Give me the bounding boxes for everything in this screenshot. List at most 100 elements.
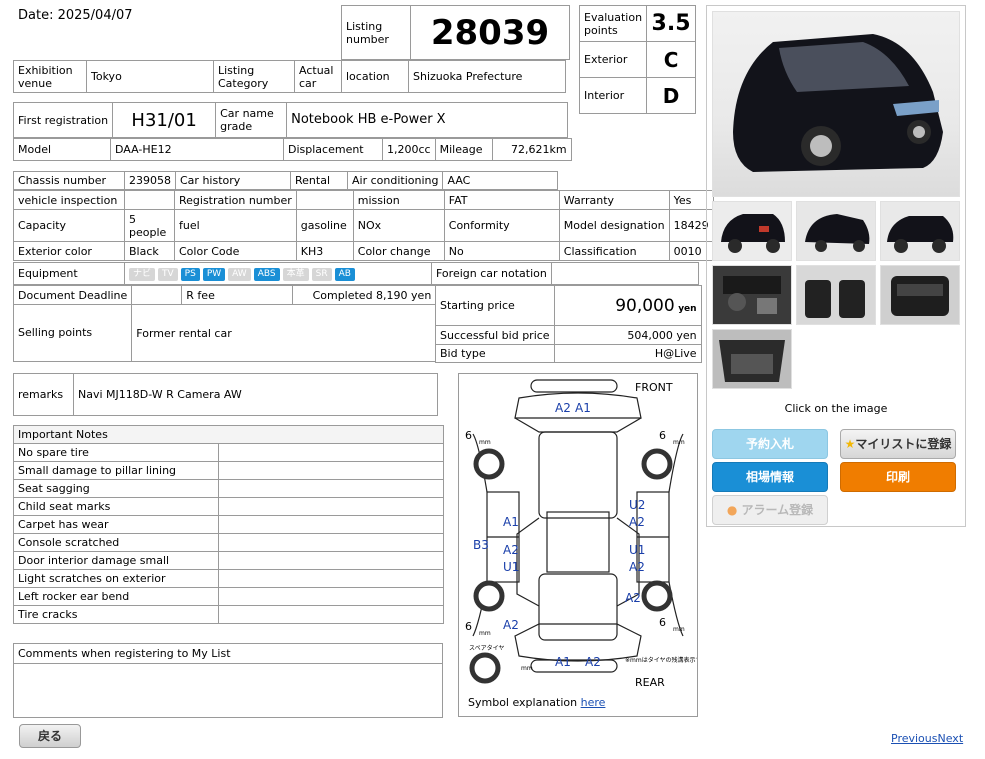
main-car-image[interactable] xyxy=(712,11,960,197)
listing-number: 28039 xyxy=(410,5,570,60)
next-link[interactable]: Next xyxy=(938,732,964,745)
model-designation-label: Model designation xyxy=(558,209,670,242)
thumb-3[interactable] xyxy=(880,201,960,261)
note-text: Child seat marks xyxy=(13,497,219,516)
reserve-bid-button[interactable]: 予約入札 xyxy=(712,429,828,459)
displacement-value: 1,200cc xyxy=(382,138,436,161)
mm-unit-top-left: mm xyxy=(479,439,491,446)
equipment-label: Equipment xyxy=(13,262,125,285)
note-text: Console scratched xyxy=(13,533,219,552)
note-row: No spare tire xyxy=(13,443,444,462)
mission-value: FAT xyxy=(443,190,560,210)
back-button[interactable]: 戻る xyxy=(19,724,81,748)
starting-price-label: Starting price xyxy=(435,285,555,326)
alarm-button[interactable]: ● アラーム登録 xyxy=(712,495,828,525)
important-notes-title: Important Notes xyxy=(13,425,444,444)
capacity-value: 5 people xyxy=(124,209,175,242)
listing-category-label: Listing Category xyxy=(213,60,295,93)
specs-table: Chassis number 239058 Car history Rental… xyxy=(13,171,566,190)
location-value: Shizuoka Prefecture xyxy=(408,60,566,93)
important-notes-table: Important Notes No spare tire Small damag… xyxy=(13,425,444,624)
rfee-label: R fee xyxy=(181,285,294,305)
note-detail xyxy=(218,533,444,552)
foreign-car-label: Foreign car notation xyxy=(431,262,552,285)
add-to-mylist-button[interactable]: ★マイリストに登録 xyxy=(840,429,956,459)
note-text: Small damage to pillar lining xyxy=(13,461,219,480)
bid-type-value: H@Live xyxy=(553,344,702,363)
starting-price: 90,000 yen xyxy=(553,285,702,326)
rear-label: REAR xyxy=(635,676,665,689)
date-label: Date: 2025/04/07 xyxy=(18,8,133,23)
evaluation-points-label: Evaluation points xyxy=(578,5,648,42)
mm-unit-spare: mm xyxy=(521,665,533,672)
note-text: Carpet has wear xyxy=(13,515,219,534)
previous-link[interactable]: Previous xyxy=(891,732,938,745)
starting-price-value: 90,000 xyxy=(615,295,675,316)
specs-table-2: vehicle inspection Registration number m… xyxy=(13,190,714,261)
model-label: Model xyxy=(13,138,111,161)
gallery-panel: Click on the image 予約入札 ★マイリストに登録 相場情報 印… xyxy=(706,5,966,527)
venue-table: Exhibition venue Tokyo Listing Category … xyxy=(13,60,566,93)
car-history-label: Car history xyxy=(175,171,291,190)
interior-grade: D xyxy=(646,77,697,114)
chassis-value: 239058 xyxy=(124,171,176,190)
remarks-value: Navi MJ118D-W R Camera AW xyxy=(73,373,438,416)
car-history-value: Rental xyxy=(290,171,348,190)
symbol-explanation-link[interactable]: here xyxy=(581,696,606,709)
exhibition-venue: Tokyo xyxy=(86,60,214,93)
thumb-2[interactable] xyxy=(796,201,876,261)
note-row: Door interior damage small xyxy=(13,551,444,570)
registration-number-label: Registration number xyxy=(174,190,297,210)
registration-table: First registration H31/01 Car name grade… xyxy=(12,102,569,138)
star-icon: ★ xyxy=(844,437,856,451)
ac-label: Air conditioning xyxy=(346,171,444,190)
equipment-table: Equipment ナビ TV PS PW AW ABS 本革 SR AB Foreign ca… xyxy=(13,262,699,285)
equipment-badge: 本革 xyxy=(282,268,309,281)
tire-depth-bottom-right: 6 xyxy=(659,616,666,629)
note-row: Left rocker ear bend xyxy=(13,587,444,606)
symbol-explanation: Symbol explanation here xyxy=(468,696,605,709)
listing-number-table: Listing number 28039 xyxy=(341,5,570,60)
mm-unit-top-right: mm xyxy=(673,439,685,446)
note-text: Light scratches on exterior xyxy=(13,569,219,588)
tire-depth-top-right: 6 xyxy=(659,429,666,442)
mark-front-a1: A1 xyxy=(575,401,591,415)
fuel-value: gasoline xyxy=(295,209,354,242)
market-info-button[interactable]: 相場情報 xyxy=(712,462,828,492)
bid-price-value: 504,000 yen xyxy=(553,325,702,345)
thumb-7[interactable] xyxy=(712,329,792,389)
note-detail xyxy=(218,443,444,462)
print-button[interactable]: 印刷 xyxy=(840,462,956,492)
exterior-color-label: Exterior color xyxy=(13,241,125,261)
car-name: Notebook HB e-Power X xyxy=(286,102,569,138)
tire-depth-bottom-left: 6 xyxy=(465,620,472,633)
thumb-4[interactable] xyxy=(712,265,792,325)
mm-note: ※mmはタイヤの残溝表示です xyxy=(625,656,697,664)
document-deadline-label: Document Deadline xyxy=(12,285,133,305)
starting-price-unit: yen xyxy=(678,303,697,314)
comments-label: Comments when registering to My List xyxy=(14,644,442,664)
color-change-value: No xyxy=(443,241,560,261)
note-row: Small damage to pillar lining xyxy=(13,461,444,480)
mark-rear-a2: A2 xyxy=(585,655,601,669)
tire-depth-top-left: 6 xyxy=(465,429,472,442)
thumb-1[interactable] xyxy=(712,201,792,261)
equipment-badge: AW xyxy=(228,268,251,281)
mileage-value: 72,621km xyxy=(491,138,572,161)
note-text: Seat sagging xyxy=(13,479,219,498)
rfee-value: Completed 8,190 yen xyxy=(292,285,437,305)
comments-box[interactable]: Comments when registering to My List xyxy=(13,643,443,718)
model-value: DAA-HE12 xyxy=(110,138,284,161)
mark-left2: A2 xyxy=(503,543,519,557)
car-name-label: Car name grade xyxy=(215,102,288,138)
thumb-5[interactable] xyxy=(796,265,876,325)
mark-front-a2: A2 xyxy=(555,401,571,415)
evaluation-table: Evaluation points 3.5 Exterior C Interior D xyxy=(578,5,697,114)
actual-car-label: Actual car xyxy=(294,60,342,93)
mark-left-b3: B3 xyxy=(473,538,489,552)
thumb-6[interactable] xyxy=(880,265,960,325)
damage-diagram: A2 A1 A1 B3 A2 U1 A2 U2 A2 U1 A2 A2 A1 A… xyxy=(458,373,698,717)
note-text: Left rocker ear bend xyxy=(13,587,219,606)
warranty-label: Warranty xyxy=(558,190,670,210)
conformity-label: Conformity xyxy=(443,209,560,242)
